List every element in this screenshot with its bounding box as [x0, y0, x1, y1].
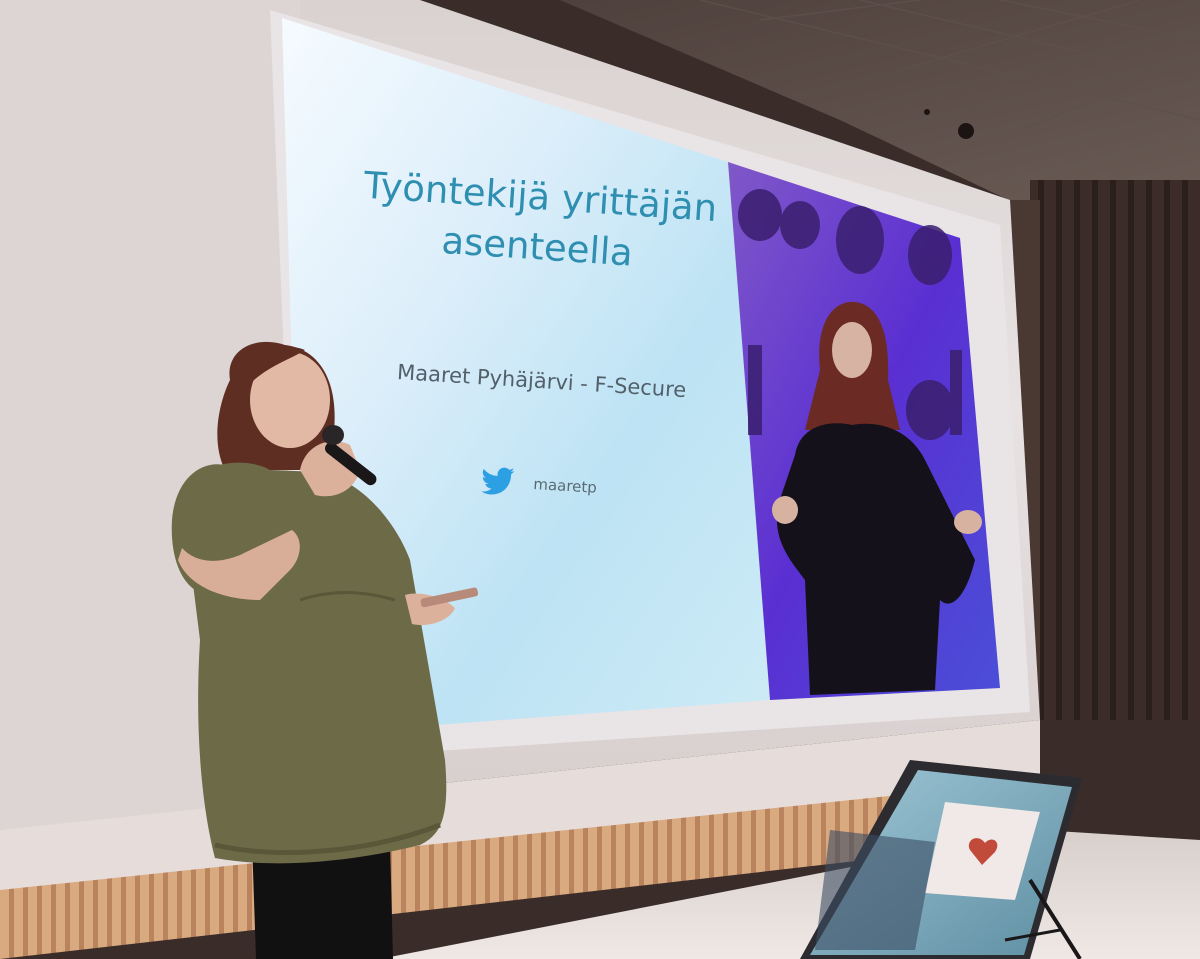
twitter-handle: maaretp: [532, 475, 598, 497]
twitter-bird-icon: [481, 467, 515, 495]
stage-scene: [0, 0, 1200, 959]
